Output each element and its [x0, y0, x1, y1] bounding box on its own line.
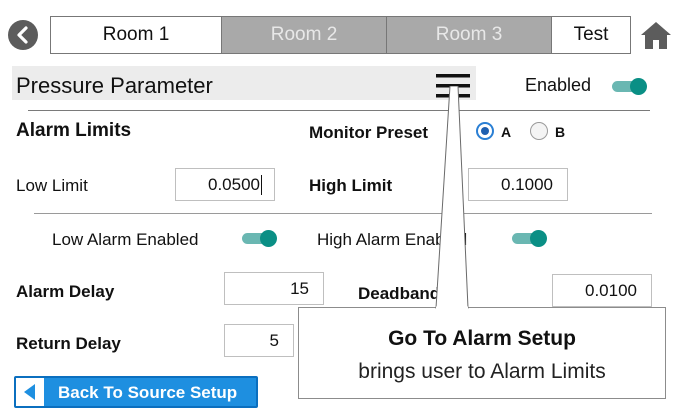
return-delay-input[interactable]: 5: [224, 324, 294, 357]
preset-a-label: A: [501, 124, 512, 140]
low-limit-label: Low Limit: [16, 176, 88, 195]
tab-test[interactable]: Test: [551, 16, 631, 54]
enabled-label: Enabled: [525, 75, 592, 95]
alarm-delay-value: 15: [290, 278, 309, 298]
back-to-source-setup-label: Back To Source Setup: [58, 383, 238, 402]
deadband-label: Deadband: [358, 284, 441, 303]
preset-b-radio[interactable]: [530, 122, 548, 140]
high-alarm-toggle[interactable]: [510, 229, 547, 247]
low-alarm-enabled-label: Low Alarm Enabled: [52, 230, 199, 249]
home-button[interactable]: [637, 16, 675, 54]
tab-room-1-label: Room 1: [102, 24, 170, 45]
divider-2: [34, 213, 652, 214]
tab-room-3[interactable]: Room 3: [386, 16, 552, 54]
alarm-delay-input[interactable]: 15: [224, 272, 324, 305]
high-limit-value: 0.1000: [501, 174, 553, 194]
tab-room-2-label: Room 2: [270, 24, 338, 45]
low-limit-input[interactable]: 0.0500: [175, 168, 275, 201]
text-cursor: [261, 174, 262, 195]
divider: [28, 110, 650, 111]
page-title: Pressure Parameter: [16, 73, 213, 98]
return-delay-label: Return Delay: [16, 334, 121, 353]
callout-pointer: [435, 86, 469, 309]
preset-b-label: B: [555, 124, 566, 140]
callout-subtitle: brings user to Alarm Limits: [358, 360, 606, 383]
tab-test-label: Test: [573, 24, 609, 45]
tab-room-2[interactable]: Room 2: [221, 16, 387, 54]
return-delay-value: 5: [269, 330, 279, 350]
home-icon: [641, 22, 671, 49]
enabled-toggle[interactable]: [610, 77, 647, 95]
deadband-input[interactable]: 0.0100: [552, 274, 652, 307]
chevron-left-icon: [17, 26, 28, 44]
arrow-left-icon: [16, 378, 44, 406]
alarm-delay-label: Alarm Delay: [16, 282, 115, 301]
back-button[interactable]: [8, 20, 38, 50]
alarm-limits-heading: Alarm Limits: [16, 120, 132, 141]
tab-room-3-label: Room 3: [435, 24, 503, 45]
low-alarm-toggle[interactable]: [240, 229, 277, 247]
tab-room-1[interactable]: Room 1: [50, 16, 222, 54]
low-limit-value: 0.0500: [208, 174, 260, 194]
back-to-source-setup-button[interactable]: Back To Source Setup: [14, 376, 258, 408]
deadband-value: 0.0100: [585, 280, 637, 300]
callout-title: Go To Alarm Setup: [388, 327, 576, 350]
monitor-preset-label: Monitor Preset: [309, 123, 429, 142]
high-limit-label: High Limit: [309, 176, 393, 195]
callout-box: [298, 307, 666, 399]
